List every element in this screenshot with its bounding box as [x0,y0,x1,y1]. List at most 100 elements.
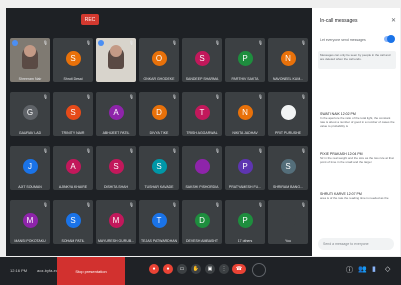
participant-tile[interactable]: N 🎙 NAVONEEL KUM... [268,38,308,82]
pin-icon[interactable] [12,40,18,46]
avatar [280,104,296,120]
participant-tile[interactable]: G 🎙 GAURAV LAD [10,92,50,136]
mic-icon: 🎙 [257,94,263,99]
chat-message: SHRUTI KARVE 12:07 PM area is of the rat… [320,192,389,200]
mic-icon: 🎙 [42,202,48,207]
chat-panel: In-call messages ✕ Let everyone send mes… [312,8,400,256]
mic-icon: 🎙 [42,148,48,153]
participant-name: SAKSHI PISHORDIA [185,185,219,189]
avatar [280,212,296,228]
participant-tile[interactable]: A 🎙 AJINKYA KHAIRE [53,146,93,190]
avatar: D [151,104,167,120]
people-icon[interactable]: 👥 [358,265,367,273]
participant-tile[interactable]: 🎙 [96,38,136,82]
mic-icon: 🎙 [85,94,91,99]
participant-name: Shreeram Nair [18,77,42,81]
mic-icon: 🎙 [128,202,134,207]
participant-name: TRISH AGGARWAL [186,131,218,135]
participant-tile[interactable]: O 🎙 ONKAR GHODEKE [139,38,179,82]
avatar: A [65,158,81,174]
participant-tile[interactable]: D 🎙 DEVESH AMBASHT [182,200,222,244]
mic-off-icon[interactable]: ● [149,264,159,274]
participant-tile[interactable]: P 🎙 PARTHIV SAKTA [225,38,265,82]
present-icon[interactable]: ▣ [205,264,215,274]
participant-name: SHRIRAM BANG... [273,185,303,189]
avatar: D [194,212,210,228]
stop-presentation-button[interactable]: Stop presentation [57,257,125,285]
participant-tile[interactable]: S 🎙 SHRIRAM BANG... [268,146,308,190]
participant-tile[interactable]: 🎙 Shreeram Nair [10,38,50,82]
participant-tile[interactable]: S 🎙 DISHITA SHAH [96,146,136,190]
chat-message: SWATI NAIK 12:02 PM In the aperture the … [320,112,395,128]
more-options-icon[interactable]: ⋮ [219,264,229,274]
avatar: P [237,158,253,174]
participant-name: PARTHIV SAKTA [231,77,259,81]
mic-icon: 🎙 [171,40,177,45]
allow-messages-toggle[interactable] [384,35,395,43]
participant-tile[interactable]: P 🎙 PRATYAMESH FU... [225,146,265,190]
avatar: J [22,158,38,174]
participant-name: You [285,239,291,243]
mic-icon: 🎙 [257,40,263,45]
participant-name: ABHIJEET PATIL [102,131,130,135]
participant-name: PRATYAMESH FU... [228,185,262,189]
activity-ring [252,263,266,277]
camera-off-icon[interactable]: ● [163,264,173,274]
participant-name: TEJAS PATWARDHAN [141,239,177,243]
activities-icon[interactable]: ◇ [385,265,390,273]
participant-tile[interactable]: M 🎙 MAYURESH GURUB... [96,200,136,244]
mic-icon: 🎙 [300,40,306,45]
avatar [194,158,210,174]
mic-icon: 🎙 [42,94,48,99]
participant-tile[interactable]: T 🎙 TEJAS PATWARDHAN [139,200,179,244]
captions-icon[interactable]: ▭ [177,264,187,274]
participant-name: DEVESH AMBASHT [185,239,219,243]
participant-name: ONKAR GHODEKE [143,77,175,81]
participant-tile[interactable]: S 🎙 SOHAM PATIL [53,200,93,244]
participant-tile[interactable]: D 🎙 DIVYA TIKE [139,92,179,136]
participant-name: Shruti Desai [63,77,83,81]
participant-name: GAURAV LAD [18,131,42,135]
pin-icon[interactable] [98,40,104,46]
participant-tile[interactable]: A 🎙 ABHIJEET PATIL [96,92,136,136]
mic-icon: 🎙 [128,40,134,45]
panel-title: In-call messages [320,18,358,24]
participant-tile[interactable]: 🎙 PRIT PURUSHE [268,92,308,136]
raise-hand-icon[interactable]: ✋ [191,264,201,274]
mic-icon: 🎙 [128,94,134,99]
participant-tile[interactable]: S 🎙 Shruti Desai [53,38,93,82]
participant-tile[interactable]: N 🎙 NIKITA JADHAV [225,92,265,136]
participant-tile[interactable]: J 🎙 AJIT SOUMAN [10,146,50,190]
avatar: M [22,212,38,228]
participant-name: NAVONEEL KUM... [272,77,304,81]
mic-icon: 🎙 [300,94,306,99]
participant-tile[interactable]: S 🎙 TUSHAR KAVADE [139,146,179,190]
avatar: P [237,212,253,228]
info-icon[interactable]: ⓘ [346,265,353,275]
mic-icon: 🎙 [257,202,263,207]
participant-tile[interactable]: S 🎙 SANDEEP SHARMA [182,38,222,82]
participant-tile[interactable]: 🎙 SAKSHI PISHORDIA [182,146,222,190]
participant-tile[interactable]: T 🎙 TRISH AGGARWAL [182,92,222,136]
end-call-button[interactable]: ☎ [232,264,246,274]
participant-tile[interactable]: S 🎙 TRINITY NAIR [53,92,93,136]
avatar: G [22,104,38,120]
close-icon[interactable]: ✕ [391,17,396,24]
participant-tile[interactable]: M 🎙 MANSI POKOTAKU [10,200,50,244]
chat-message: PIXIE PRAKASH 12:04 PM Sir in the real w… [320,152,394,164]
chat-input[interactable]: Send a message to everyone [318,238,394,250]
participant-name: TUSHAR KAVADE [144,185,174,189]
avatar: O [151,50,167,66]
participant-tile[interactable]: P 🎙 17 others [225,200,265,244]
mic-icon: 🎙 [171,202,177,207]
avatar: P [237,50,253,66]
chat-icon[interactable]: ▮ [372,265,376,273]
participant-name: MANSI POKOTAKU [14,239,46,243]
avatar: S [108,158,124,174]
participant-tile[interactable]: 🎙 You [268,200,308,244]
participant-name: SANDEEP SHARMA [185,77,219,81]
avatar: T [194,104,210,120]
participant-name: MAYURESH GURUB... [98,239,134,243]
avatar: A [108,104,124,120]
mic-icon: 🎙 [300,202,306,207]
